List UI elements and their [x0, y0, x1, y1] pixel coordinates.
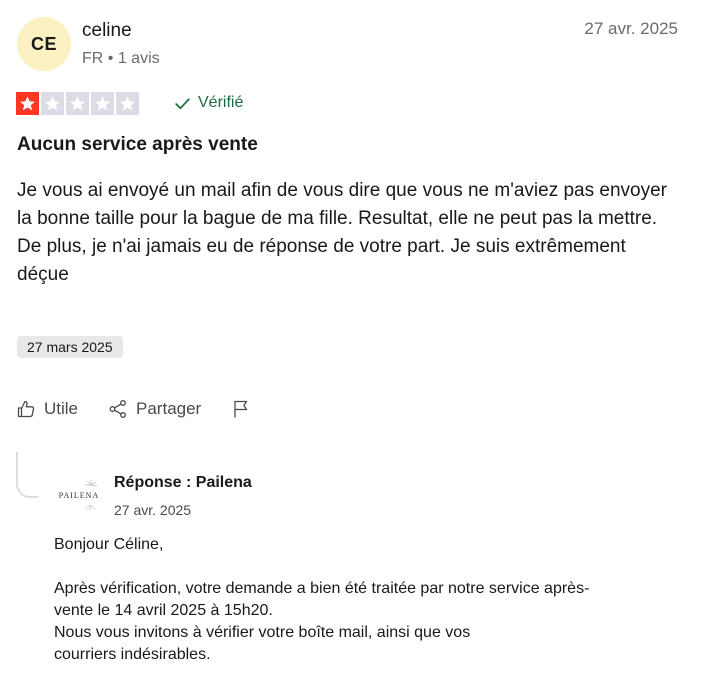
reviewer-name[interactable]: celine	[82, 20, 132, 42]
star-icon	[116, 92, 139, 115]
reply-line: Nous vous invitons à vérifier votre boît…	[54, 624, 471, 641]
reply-line: courriers indésirables.	[54, 646, 211, 663]
thumbs-up-icon	[17, 400, 35, 418]
useful-label: Utile	[44, 399, 79, 418]
flag-icon	[234, 400, 248, 418]
share-label: Partager	[136, 399, 202, 418]
reply-line: Après vérification, votre demande a bien…	[54, 580, 590, 597]
company-logo-text: PAILENA	[58, 490, 100, 500]
review-title[interactable]: Aucun service après vente	[17, 134, 258, 156]
checkmark-icon	[175, 97, 190, 109]
review-actions: Utile Partager	[16, 399, 281, 419]
review-date: 27 avr. 2025	[584, 19, 678, 38]
star-icon	[91, 92, 114, 115]
experience-date-badge: 27 mars 2025	[17, 336, 123, 358]
reviewer-meta: FR • 1 avis	[82, 50, 160, 67]
avatar[interactable]: CE	[17, 17, 71, 71]
review-body: Je vous ai envoyé un mail afin de vous d…	[17, 177, 677, 289]
review-body-line: Je vous ai envoyé un mail afin de vous d…	[17, 180, 667, 229]
reply-body: Bonjour Céline, Après vérification, votr…	[54, 534, 684, 666]
reply-line: vente le 14 avril 2025 à 15h20.	[54, 602, 273, 619]
star-icon	[16, 92, 39, 115]
verified-badge: Vérifié	[174, 94, 243, 112]
star-rating	[16, 92, 139, 115]
review-body-line: De plus, je n'ai jamais eu de réponse de…	[17, 236, 626, 285]
report-button[interactable]	[231, 399, 251, 419]
reply-connector	[16, 452, 38, 498]
share-icon	[109, 400, 126, 418]
star-icon	[66, 92, 89, 115]
reply-date: 27 avr. 2025	[114, 502, 192, 518]
useful-button[interactable]: Utile	[16, 399, 78, 419]
reply-greeting: Bonjour Céline,	[54, 536, 164, 553]
star-icon	[41, 92, 64, 115]
share-button[interactable]: Partager	[108, 399, 201, 419]
verified-label: Vérifié	[198, 94, 244, 111]
reply-title: Réponse : Pailena	[114, 474, 252, 491]
company-logo: PAILENA	[56, 479, 102, 511]
